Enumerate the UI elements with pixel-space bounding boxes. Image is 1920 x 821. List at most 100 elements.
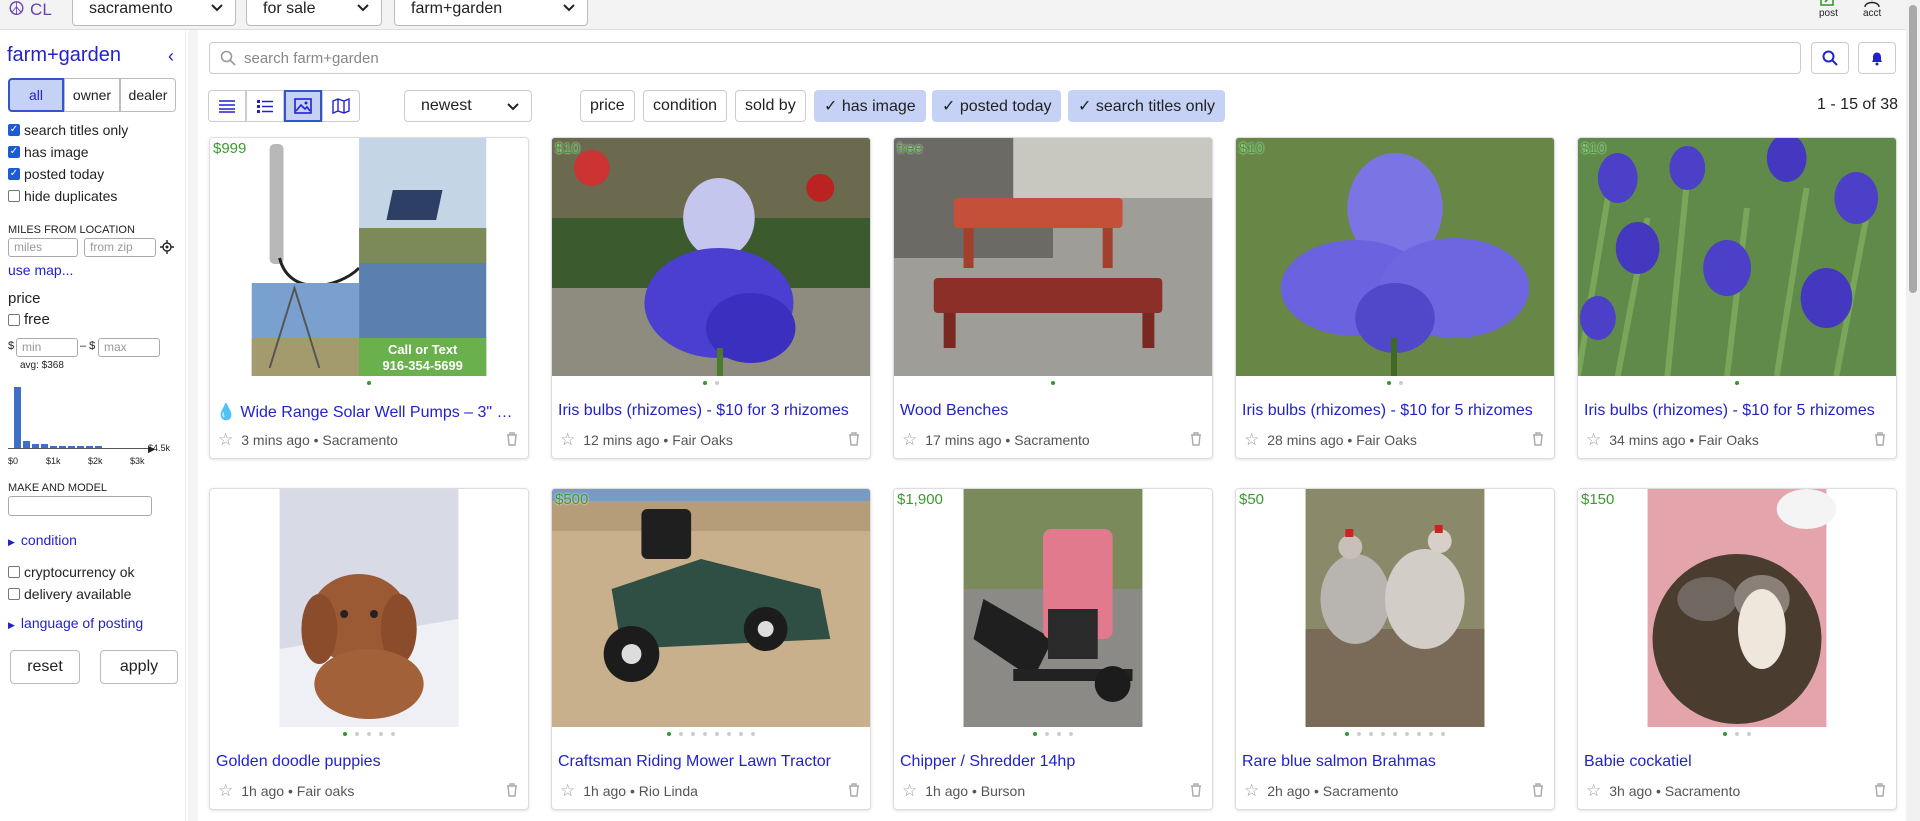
carousel-dot[interactable] [679,732,683,736]
carousel-dot[interactable] [367,381,371,385]
trash-icon[interactable] [506,432,518,446]
trash-icon[interactable] [1532,432,1544,446]
carousel-dot[interactable] [343,732,347,736]
hide-duplicates-checkbox[interactable]: hide duplicates [8,188,117,204]
post-button[interactable]: post [1819,0,1838,19]
carousel-dot[interactable] [739,732,743,736]
trash-icon[interactable] [1190,432,1202,446]
page-scrollbar[interactable] [1906,0,1920,821]
location-select[interactable]: sacramento [72,0,236,26]
scrollbar-thumb[interactable] [1909,5,1917,293]
map-view-button[interactable] [322,90,360,122]
has-image-checkbox[interactable]: ✓ has image [8,144,89,160]
carousel-dot[interactable] [727,732,731,736]
carousel-dot[interactable] [1069,732,1073,736]
apply-button[interactable]: apply [100,650,178,684]
locate-me-icon[interactable] [160,240,174,254]
listing-card[interactable]: $1,900 Chipper / Shredder 14hp ☆ 1h ago • B… [893,488,1213,810]
search-button[interactable] [1811,42,1849,74]
carousel-dot[interactable] [691,732,695,736]
listing-title[interactable]: Craftsman Riding Mower Lawn Tractor [558,753,864,771]
favorite-star-icon[interactable]: ☆ [1244,781,1259,801]
favorite-star-icon[interactable]: ☆ [1244,430,1259,450]
seller-dealer-button[interactable]: dealer [120,78,176,112]
carousel-dot[interactable] [1747,732,1751,736]
listing-card[interactable]: $50 Rare blue salmon Brahmas ☆ 2h ago • Sac… [1235,488,1555,810]
collapse-sidebar-icon[interactable]: ‹ [168,46,174,67]
listing-image[interactable] [210,489,528,727]
category-select[interactable]: farm+garden [394,0,588,26]
carousel-dot[interactable] [715,381,719,385]
posted-today-checkbox[interactable]: ✓ posted today [8,166,104,182]
posted-today-filter-chip[interactable]: ✓ posted today [932,90,1062,122]
favorite-star-icon[interactable]: ☆ [1586,430,1601,450]
carousel-dot[interactable] [1735,381,1739,385]
trash-icon[interactable] [848,432,860,446]
zip-input[interactable]: from zip [84,238,156,257]
carousel-dot[interactable] [715,732,719,736]
listing-title[interactable]: Iris bulbs (rhizomes) - $10 for 3 rhizom… [558,402,864,420]
carousel-dot[interactable] [1045,732,1049,736]
search-titles-only-checkbox[interactable]: ✓ search titles only [8,122,128,138]
favorite-star-icon[interactable]: ☆ [560,781,575,801]
gallery-view-button[interactable] [284,90,322,122]
listing-image[interactable] [552,138,870,376]
carousel-dot[interactable] [1723,732,1727,736]
listing-image[interactable] [1578,489,1896,727]
use-map-link[interactable]: use map... [8,262,73,278]
listing-title[interactable]: 💧 Wide Range Solar Well Pumps – 3" & 4" [216,402,522,422]
carousel-dot[interactable] [391,732,395,736]
favorite-star-icon[interactable]: ☆ [1586,781,1601,801]
language-link[interactable]: ▶ language of posting [8,615,143,631]
listing-title[interactable]: Rare blue salmon Brahmas [1242,753,1548,771]
listing-image[interactable] [894,489,1212,727]
listing-image[interactable]: Call or Text 916-354-5699 [210,138,528,376]
carousel-dot[interactable] [1357,732,1361,736]
carousel-dot[interactable] [355,732,359,736]
carousel-dot[interactable] [1735,732,1739,736]
thumb-view-button[interactable] [246,90,284,122]
free-checkbox[interactable]: free [8,311,50,328]
max-price-input[interactable]: max [98,338,160,357]
min-price-input[interactable]: min [16,338,78,357]
listing-image[interactable] [552,489,870,727]
seller-all-button[interactable]: all [8,78,64,112]
listing-title[interactable]: Iris bulbs (rhizomes) - $10 for 5 rhizom… [1584,402,1890,420]
carousel-dot[interactable] [367,732,371,736]
carousel-dot[interactable] [703,732,707,736]
miles-input[interactable]: miles [8,238,78,257]
carousel-dot[interactable] [379,732,383,736]
favorite-star-icon[interactable]: ☆ [218,781,233,801]
listing-image[interactable] [1578,138,1896,376]
trash-icon[interactable] [848,783,860,797]
carousel-dot[interactable] [1405,732,1409,736]
trash-icon[interactable] [1874,783,1886,797]
listing-card[interactable]: $150 Babie cockatiel ☆ 3h ago • Sacramento [1577,488,1897,810]
make-model-input[interactable] [8,496,152,516]
carousel-dot[interactable] [751,732,755,736]
carousel-dot[interactable] [1429,732,1433,736]
favorite-star-icon[interactable]: ☆ [218,430,233,450]
listing-image[interactable] [894,138,1212,376]
search-input[interactable]: search farm+garden [209,42,1801,74]
listing-card[interactable]: Call or Text 916-354-5699 $999 💧 Wide Range… [209,137,529,459]
listing-card[interactable]: $10 Iris bulbs (rhizomes) - $10 for 5 rhi… [1235,137,1555,459]
favorite-star-icon[interactable]: ☆ [902,781,917,801]
listing-title[interactable]: Wood Benches [900,402,1206,420]
trash-icon[interactable] [1874,432,1886,446]
list-view-button[interactable] [208,90,246,122]
carousel-dot[interactable] [1441,732,1445,736]
condition-filter-chip[interactable]: condition [643,90,728,122]
listing-title[interactable]: Babie cockatiel [1584,753,1890,771]
sidebar-scrollbar[interactable] [188,30,198,821]
carousel-dot[interactable] [1057,732,1061,736]
carousel-dot[interactable] [1393,732,1397,736]
listing-title[interactable]: Chipper / Shredder 14hp [900,753,1206,771]
carousel-dot[interactable] [667,732,671,736]
price-filter-chip[interactable]: price [580,90,635,122]
sold-by-filter-chip[interactable]: sold by [735,90,806,122]
search-titles-only-filter-chip[interactable]: ✓ search titles only [1068,90,1226,122]
cryptocurrency-checkbox[interactable]: cryptocurrency ok [8,564,134,580]
delivery-checkbox[interactable]: delivery available [8,586,131,602]
favorite-star-icon[interactable]: ☆ [560,430,575,450]
